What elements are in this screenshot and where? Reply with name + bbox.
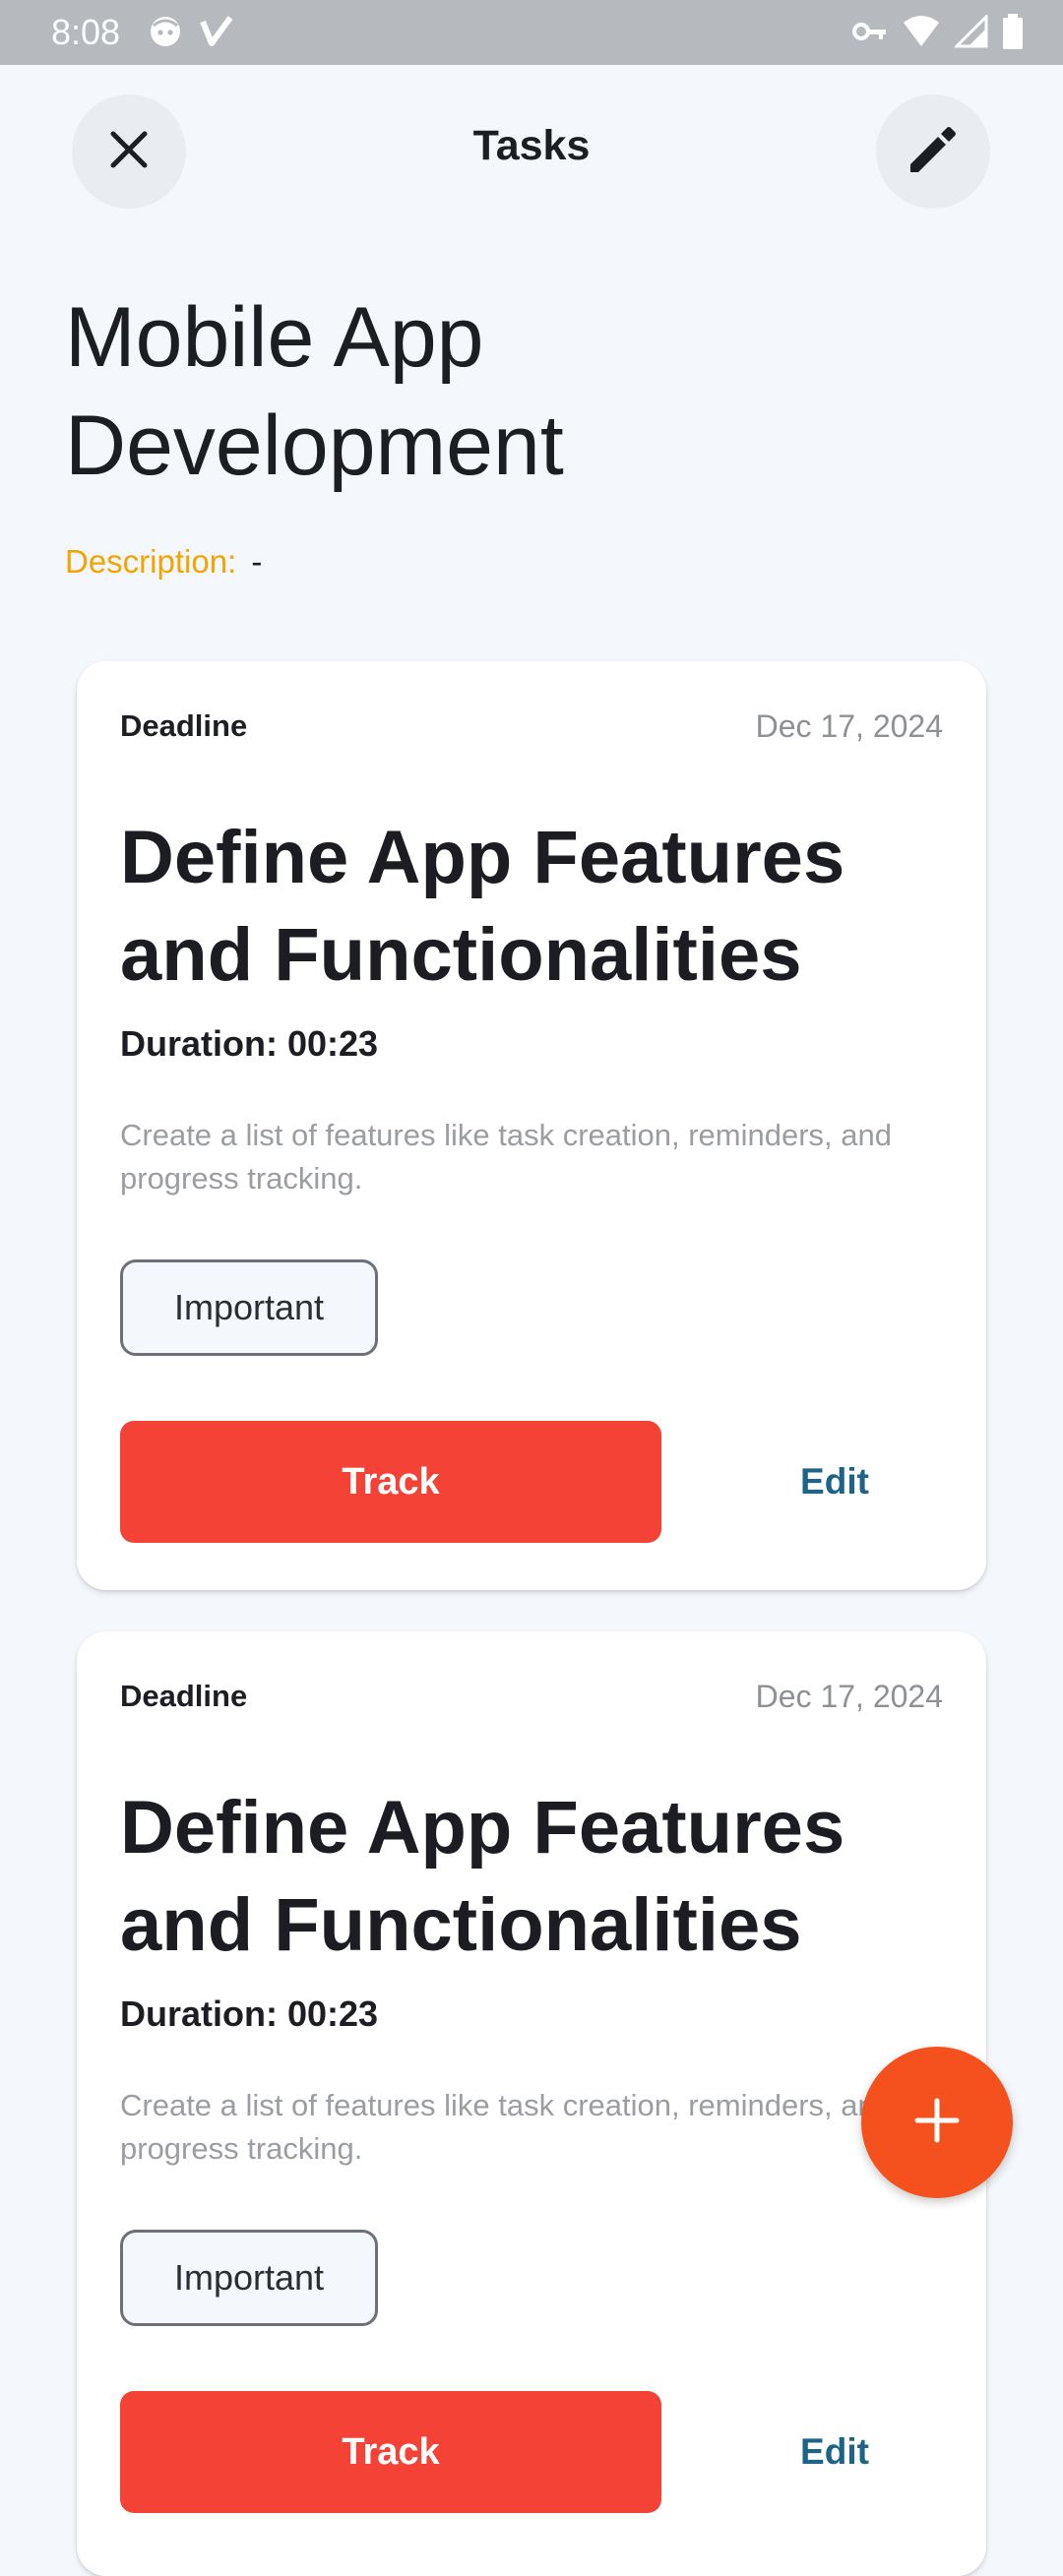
task-duration: Duration: 00:23	[120, 1023, 379, 1064]
status-bar: 8:08	[0, 0, 1063, 65]
task-title: Define App Features and Functionalities	[120, 816, 845, 997]
key-icon	[852, 17, 888, 46]
description-value: -	[251, 543, 263, 580]
notification-face-icon	[148, 14, 183, 49]
deadline-date: Dec 17, 2024	[755, 1679, 943, 1714]
add-task-button[interactable]	[861, 2047, 1013, 2198]
deadline-label: Deadline	[120, 708, 248, 743]
track-button[interactable]: Track	[120, 1421, 661, 1543]
edit-task-button[interactable]: Edit	[746, 2391, 923, 2513]
plus-icon	[913, 2097, 961, 2149]
status-time: 8:08	[51, 12, 121, 52]
edit-task-button[interactable]: Edit	[746, 1421, 923, 1543]
wifi-icon	[902, 15, 941, 48]
task-card: Deadline Dec 17, 2024 Define App Feature…	[77, 1631, 986, 2576]
deadline-date: Dec 17, 2024	[755, 708, 943, 744]
task-description: Create a list of features like task crea…	[120, 2088, 892, 2166]
deadline-label: Deadline	[120, 1679, 248, 1713]
task-title: Define App Features and Functionalities	[120, 1786, 845, 1967]
task-card: Deadline Dec 17, 2024 Define App Feature…	[77, 661, 986, 1590]
pencil-icon	[907, 123, 960, 181]
priority-tag: Important	[120, 1259, 378, 1356]
task-description: Create a list of features like task crea…	[120, 1118, 892, 1196]
task-duration: Duration: 00:23	[120, 1993, 379, 2034]
project-description: Description: -	[65, 543, 262, 581]
notification-check-icon	[199, 14, 234, 49]
project-title: Mobile App Development	[65, 290, 564, 493]
priority-tag: Important	[120, 2230, 378, 2326]
track-button[interactable]: Track	[120, 2391, 661, 2513]
edit-project-button[interactable]	[876, 94, 990, 209]
status-left-icons	[148, 14, 234, 49]
cell-signal-icon	[955, 15, 988, 48]
description-label: Description:	[65, 543, 237, 580]
status-right-icons	[852, 14, 1024, 49]
battery-icon	[1002, 14, 1024, 49]
